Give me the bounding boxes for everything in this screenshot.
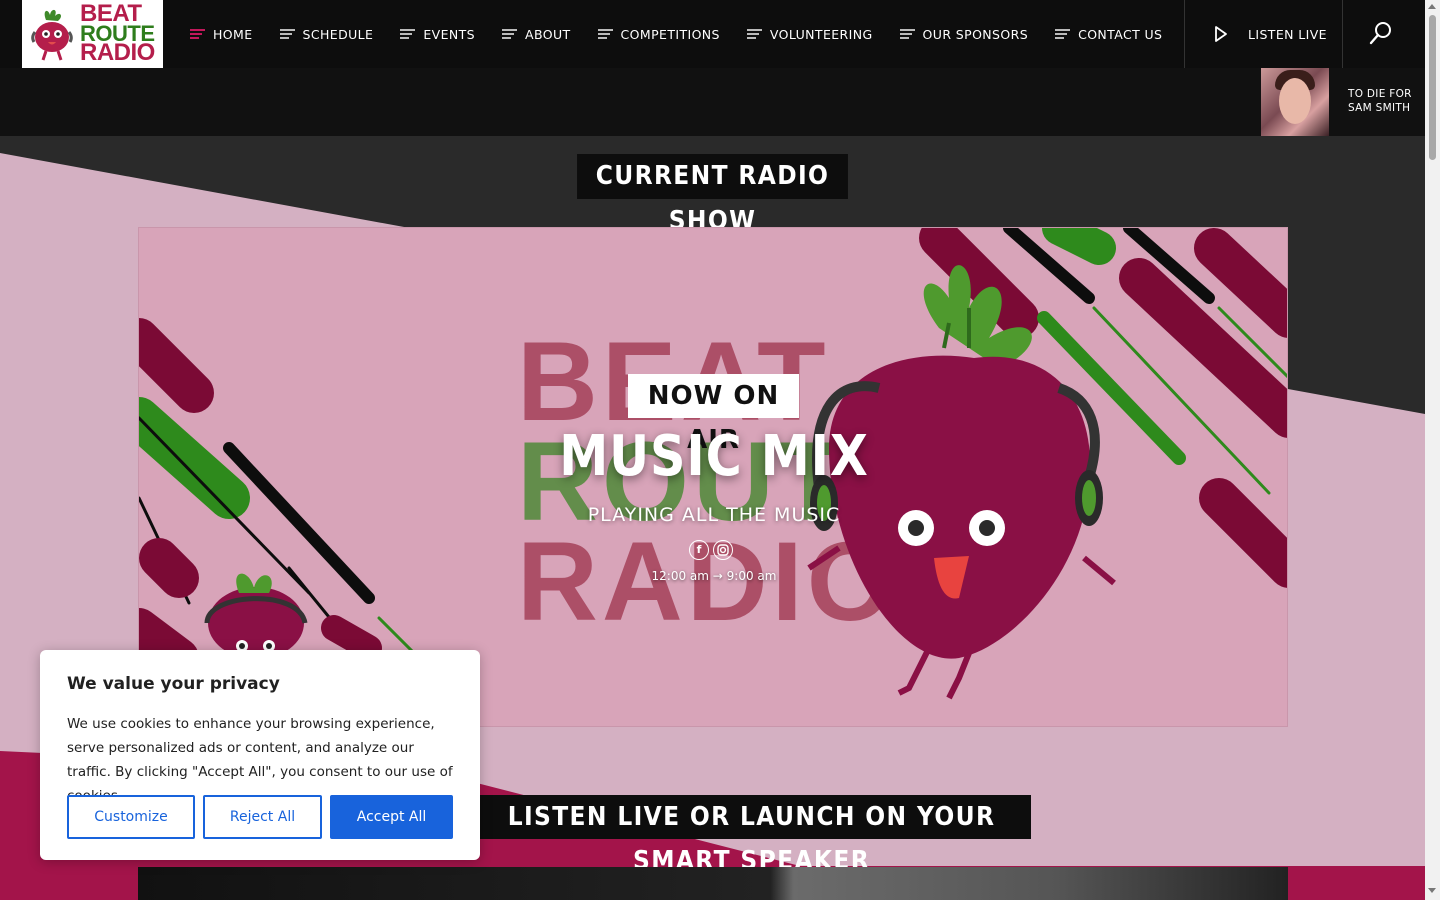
scrollbar-thumb[interactable]: [1429, 15, 1436, 160]
studio-photo: [138, 867, 1288, 900]
show-time: 12:00 am → 9:00 am: [651, 569, 777, 583]
divider: [1342, 0, 1343, 68]
now-playing-title: TO DIE FOR: [1348, 88, 1412, 100]
nav-item-label: OUR SPONSORS: [922, 26, 1029, 42]
nav-item-competitions[interactable]: COMPETITIONS: [597, 26, 720, 42]
page-scrollbar[interactable]: [1425, 0, 1440, 900]
now-on-air-badge: NOW ON AIR: [628, 374, 799, 455]
nav-item-label: HOME: [213, 26, 253, 42]
logo-wordmark: BEAT ROUTE RADIO: [80, 0, 155, 67]
menu-lines-icon: [190, 28, 205, 40]
menu-lines-icon: [746, 28, 762, 40]
menu-lines-icon: [597, 28, 613, 40]
show-social-links: f: [689, 540, 733, 560]
site-logo[interactable]: BEAT ROUTE RADIO: [22, 0, 163, 68]
scroll-down-arrow-icon[interactable]: [1428, 888, 1436, 893]
nav-item-label: CONTACT US: [1078, 26, 1163, 42]
cookie-body: We use cookies to enhance your browsing …: [67, 716, 453, 804]
main-nav: HOME SCHEDULE EVENTS ABOUT COMPETITIONS VOLUN…: [190, 0, 1189, 68]
nav-item-events[interactable]: EVENTS: [400, 27, 475, 42]
nav-item-home[interactable]: HOME: [190, 27, 253, 42]
cookie-title: We value your privacy: [67, 674, 280, 694]
nav-item-label: SCHEDULE: [302, 26, 374, 42]
nav-item-label: COMPETITIONS: [620, 26, 720, 42]
listen-live-button[interactable]: LISTEN LIVE: [1214, 0, 1327, 68]
listen-live-heading: LISTEN LIVE OR LAUNCH ON YOUR SMART SPEA…: [472, 795, 1031, 876]
search-icon[interactable]: [1366, 18, 1396, 48]
menu-lines-icon: [899, 28, 915, 40]
nav-item-schedule[interactable]: SCHEDULE: [279, 26, 374, 42]
menu-lines-icon: [502, 28, 517, 40]
now-playing-bar: [0, 68, 1425, 136]
accept-all-button[interactable]: Accept All: [330, 795, 453, 839]
current-radio-show-heading: CURRENT RADIO SHOW: [577, 154, 848, 236]
scroll-up-arrow-icon[interactable]: [1428, 4, 1436, 9]
menu-lines-icon: [400, 28, 416, 40]
now-playing-info: TO DIE FOR SAM SMITH: [1348, 87, 1412, 115]
menu-lines-icon: [1055, 28, 1071, 40]
cookie-consent-banner: We value your privacy We use cookies to …: [40, 650, 480, 860]
listen-live-label: LISTEN LIVE: [1248, 26, 1327, 42]
show-subtitle: PLAYING ALL THE MUSIC: [587, 504, 841, 526]
nav-item-about[interactable]: ABOUT: [502, 27, 571, 42]
now-playing-artist: SAM SMITH: [1348, 102, 1411, 114]
now-playing-album-art[interactable]: [1261, 68, 1329, 136]
nav-item-volunteering[interactable]: VOLUNTEERING: [746, 26, 873, 42]
nav-item-label: VOLUNTEERING: [769, 26, 873, 42]
customize-button[interactable]: Customize: [67, 795, 195, 839]
nav-item-contact-us[interactable]: CONTACT US: [1055, 27, 1162, 42]
facebook-icon[interactable]: f: [689, 540, 709, 560]
show-title: MUSIC MIX: [559, 424, 869, 489]
beet-mascot-icon: [28, 6, 76, 62]
nav-item-label: EVENTS: [423, 26, 475, 42]
nav-item-our-sponsors[interactable]: OUR SPONSORS: [899, 26, 1029, 42]
reject-all-button[interactable]: Reject All: [203, 795, 322, 839]
instagram-icon[interactable]: [713, 540, 733, 560]
nav-item-label: ABOUT: [525, 26, 571, 42]
menu-lines-icon: [279, 28, 295, 40]
play-icon: [1215, 26, 1227, 42]
cookie-buttons: Customize Reject All Accept All: [67, 795, 453, 839]
divider: [1184, 0, 1185, 68]
